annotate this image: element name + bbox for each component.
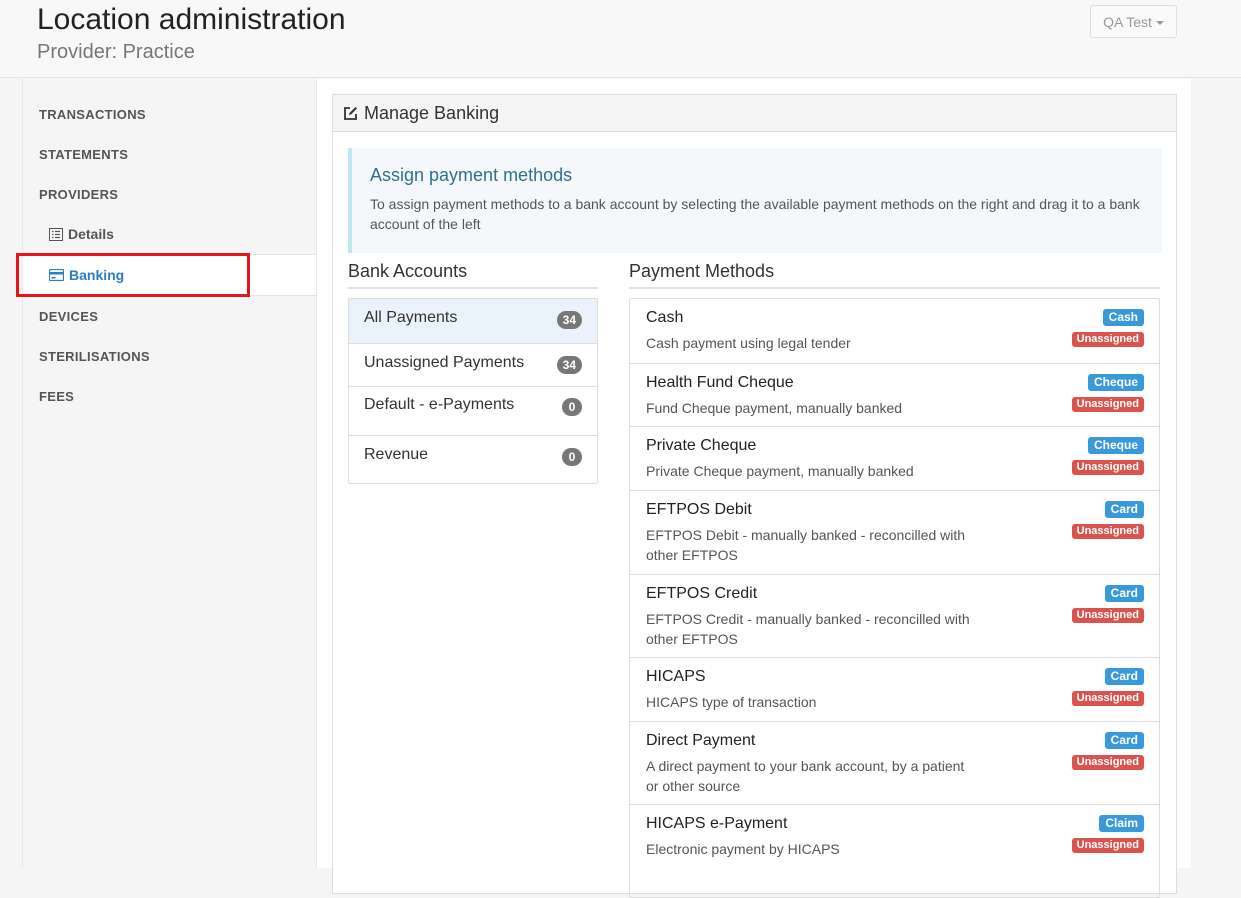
bank-account-label: All Payments — [364, 309, 458, 326]
status-badge: Unassigned — [1071, 524, 1144, 539]
bank-account-label: Default - e-Payments — [364, 396, 515, 413]
user-menu-label: QA Test — [1103, 13, 1152, 30]
type-badge: Cheque — [1087, 374, 1144, 391]
highlight-annotation — [16, 253, 250, 297]
status-badge: Unassigned — [1071, 397, 1144, 412]
manage-banking-panel: Manage Banking Assign payment methods To… — [332, 94, 1177, 898]
payment-method-desc: Cash payment using legal tender — [646, 335, 851, 351]
status-badge: Unassigned — [1071, 755, 1144, 770]
payment-method-name: Direct Payment — [646, 732, 756, 749]
type-badge: Cash — [1102, 309, 1144, 326]
sidebar-item-devices[interactable]: DEVICES — [39, 309, 98, 324]
payment-method-item-private-cheque[interactable]: Private Cheque Private Cheque payment, m… — [630, 426, 1159, 490]
main-content: Manage Banking Assign payment methods To… — [316, 79, 1191, 898]
page-title: Location administration — [37, 3, 346, 36]
sidebar-item-transactions[interactable]: TRANSACTIONS — [39, 107, 146, 122]
status-badge: Unassigned — [1071, 332, 1144, 347]
bank-account-item-all-payments[interactable]: All Payments 34 — [349, 299, 597, 343]
panel-heading: Manage Banking — [333, 95, 1176, 132]
payment-method-name: Private Cheque — [646, 437, 757, 454]
callout-text: To assign payment methods to a bank acco… — [370, 196, 1140, 232]
payment-method-desc: Private Cheque payment, manually banked — [646, 463, 914, 479]
payment-methods-list: Cash Cash payment using legal tender Cas… — [629, 298, 1160, 898]
bank-account-item-unassigned[interactable]: Unassigned Payments 34 — [349, 343, 597, 386]
sidebar-item-label: Details — [68, 226, 114, 242]
payment-method-name: HICAPS — [646, 668, 706, 685]
status-badge: Unassigned — [1071, 608, 1144, 623]
payment-method-desc: Electronic payment by HICAPS — [646, 841, 840, 857]
page-subtitle: Provider: Practice — [37, 41, 195, 63]
type-badge: Card — [1104, 585, 1144, 602]
right-gutter — [1191, 79, 1241, 868]
bank-accounts-title: Bank Accounts — [348, 261, 598, 289]
caret-down-icon — [1155, 20, 1164, 25]
status-badge: Unassigned — [1071, 460, 1144, 475]
sidebar-item-details[interactable]: Details — [49, 226, 114, 242]
type-badge: Cheque — [1087, 437, 1144, 454]
payment-method-item-hicaps-epayment[interactable]: HICAPS e-Payment Electronic payment by H… — [630, 804, 1159, 868]
bank-account-item-revenue[interactable]: Revenue 0 — [349, 435, 597, 483]
payment-method-item-cash[interactable]: Cash Cash payment using legal tender Cas… — [630, 299, 1159, 363]
count-badge: 34 — [556, 356, 582, 374]
payment-method-name: EFTPOS Debit — [646, 501, 752, 518]
payment-method-name: Cash — [646, 309, 684, 326]
callout-title: Assign payment methods — [370, 165, 573, 185]
bank-account-label: Unassigned Payments — [364, 354, 525, 371]
bank-accounts-list: All Payments 34 Unassigned Payments 34 D… — [348, 298, 598, 484]
payment-method-name: EFTPOS Credit — [646, 585, 758, 602]
payment-method-item-health-fund-cheque[interactable]: Health Fund Cheque Fund Cheque payment, … — [630, 363, 1159, 426]
count-badge: 34 — [556, 311, 582, 329]
status-badge: Unassigned — [1071, 691, 1144, 706]
sidebar-item-fees[interactable]: FEES — [39, 389, 74, 404]
edit-icon — [343, 106, 358, 121]
payment-method-desc: EFTPOS Debit - manually banked - reconci… — [646, 527, 966, 563]
sidebar-item-sterilisations[interactable]: STERILISATIONS — [39, 349, 150, 364]
payment-method-item-eftpos-debit[interactable]: EFTPOS Debit EFTPOS Debit - manually ban… — [630, 490, 1159, 574]
page-header: Location administration Provider: Practi… — [0, 0, 1241, 78]
type-badge: Card — [1104, 732, 1144, 749]
payment-method-desc: EFTPOS Credit - manually banked - reconc… — [646, 611, 970, 647]
payment-method-name: HICAPS e-Payment — [646, 815, 788, 832]
type-badge: Card — [1104, 501, 1144, 518]
count-badge: 0 — [562, 448, 582, 466]
type-badge: Claim — [1099, 815, 1144, 832]
sidebar-item-providers[interactable]: PROVIDERS — [39, 187, 118, 202]
bank-account-item-default-epayments[interactable]: Default - e-Payments 0 — [349, 386, 597, 435]
payment-method-item-hicaps[interactable]: HICAPS HICAPS type of transaction Card U… — [630, 657, 1159, 721]
status-badge: Unassigned — [1071, 838, 1144, 853]
payment-method-item-eftpos-credit[interactable]: EFTPOS Credit EFTPOS Credit - manually b… — [630, 574, 1159, 657]
count-badge: 0 — [562, 398, 582, 416]
sidebar: TRANSACTIONS STATEMENTS PROVIDERS Detail… — [22, 79, 317, 868]
bank-account-label: Revenue — [364, 446, 429, 463]
payment-method-desc: A direct payment to your bank account, b… — [646, 758, 965, 794]
payment-methods-title: Payment Methods — [629, 261, 1160, 289]
payment-method-desc: Fund Cheque payment, manually banked — [646, 400, 903, 416]
payment-method-desc: HICAPS type of transaction — [646, 694, 817, 710]
sidebar-item-statements[interactable]: STATEMENTS — [39, 147, 128, 162]
assign-callout: Assign payment methods To assign payment… — [348, 148, 1162, 253]
type-badge: Card — [1104, 668, 1144, 685]
list-icon — [49, 227, 63, 241]
payment-method-item-direct-payment[interactable]: Direct Payment A direct payment to your … — [630, 721, 1159, 804]
panel-title: Manage Banking — [364, 102, 500, 123]
user-menu-button[interactable]: QA Test — [1090, 5, 1177, 38]
payment-method-name: Health Fund Cheque — [646, 374, 794, 391]
